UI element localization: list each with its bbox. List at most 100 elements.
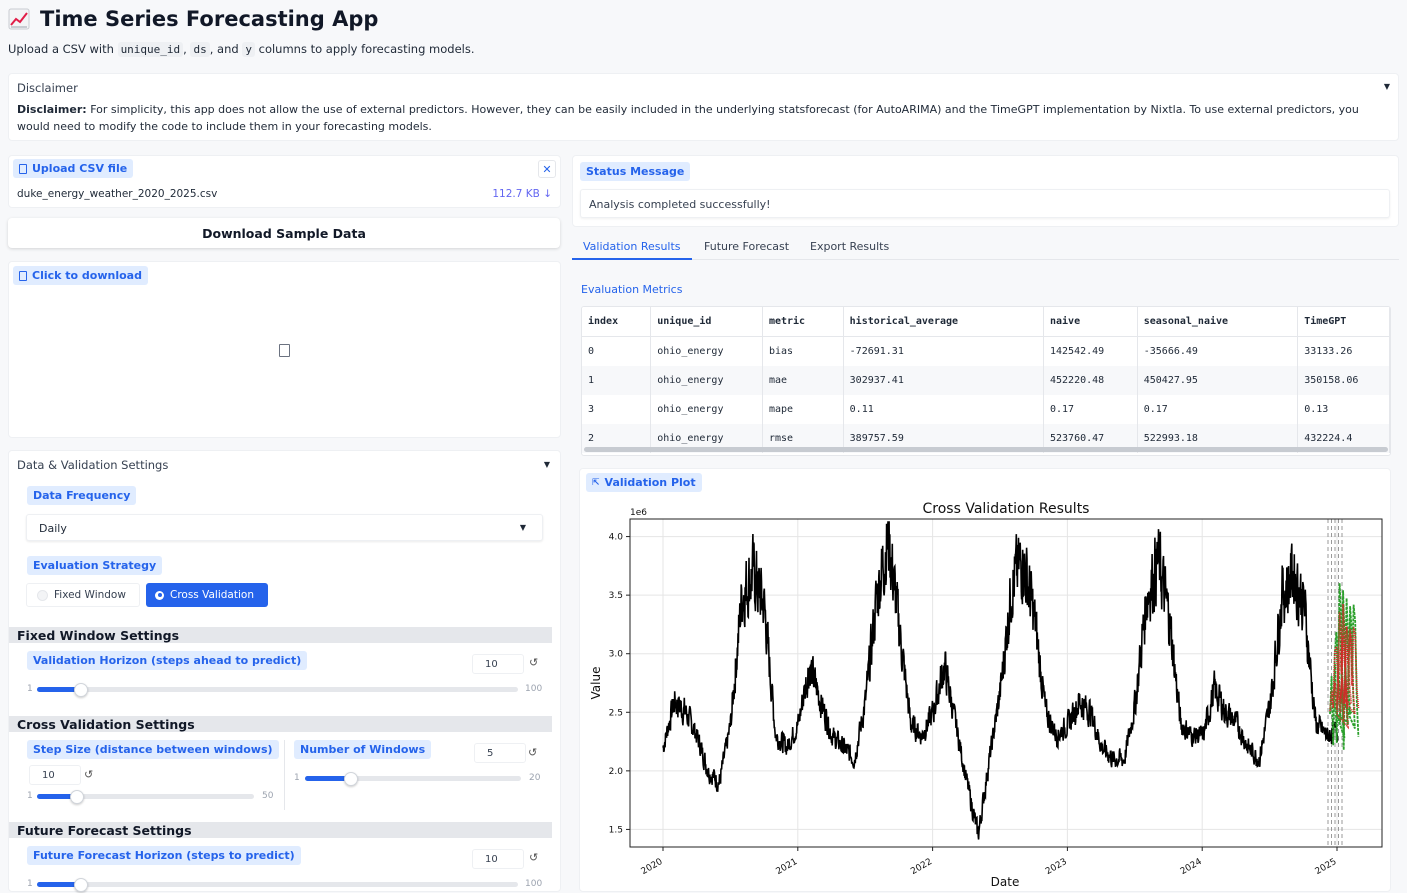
radio-cross-validation[interactable]: Cross Validation	[146, 583, 268, 607]
download-sample-button[interactable]: Download Sample Data	[8, 218, 560, 248]
slider-thumb[interactable]	[70, 790, 85, 804]
status-panel: Status Message Analysis completed succes…	[572, 155, 1399, 227]
upload-label: Upload CSV file	[13, 159, 134, 178]
click-download-text: Click to download	[32, 269, 142, 282]
subtitle-text: Upload a CSV with	[8, 42, 114, 56]
table-cell: 33133.26	[1297, 336, 1390, 366]
column-divider	[284, 740, 285, 810]
table-cell: mape	[762, 395, 844, 424]
status-label-text: Status Message	[586, 165, 685, 178]
column-header[interactable]: naive	[1043, 307, 1138, 337]
code-unique-id: unique_id	[117, 42, 184, 57]
column-header[interactable]: unique_id	[650, 307, 763, 337]
windows-min: 1	[294, 773, 300, 783]
y-tick-label: 3.0	[609, 650, 624, 660]
step-size-input[interactable]: 10	[29, 765, 81, 785]
table-cell: 302937.41	[843, 366, 1044, 395]
table-cell: mae	[762, 366, 844, 395]
metrics-title: Evaluation Metrics	[581, 283, 683, 296]
reset-icon[interactable]: ↺	[529, 656, 538, 669]
chart-title: Cross Validation Results	[923, 501, 1090, 517]
windows-max: 20	[529, 773, 541, 783]
disclaimer-header[interactable]: Disclaimer	[17, 81, 78, 95]
table-cell: 0	[582, 336, 652, 366]
reset-icon[interactable]: ↺	[84, 768, 93, 781]
y-axis-label: Value	[589, 667, 603, 700]
tab-future-forecast[interactable]: Future Forecast	[704, 240, 789, 253]
column-header[interactable]: metric	[762, 307, 844, 337]
x-tick-label: 2023	[1044, 857, 1069, 877]
x-tick-label: 2025	[1314, 857, 1339, 877]
column-header[interactable]: TimeGPT	[1297, 307, 1390, 337]
future-horizon-input[interactable]: 10	[472, 849, 524, 869]
future-label-text: Future Forecast Horizon (steps to predic…	[33, 849, 295, 862]
x-tick-label: 2021	[774, 857, 799, 877]
tab-export-results[interactable]: Export Results	[810, 240, 889, 253]
future-min: 1	[27, 879, 33, 889]
horizon-label: Validation Horizon (steps ahead to predi…	[27, 651, 308, 670]
step-min: 1	[27, 791, 33, 801]
tab-validation-results[interactable]: Validation Results	[583, 240, 681, 253]
caret-down-icon: ▼	[519, 523, 526, 532]
tab-active-indicator	[572, 258, 692, 260]
frequency-value: Daily	[39, 522, 67, 535]
metrics-table-wrap: index unique_id metric historical_average na…	[581, 306, 1391, 456]
table-cell: -35666.49	[1137, 336, 1299, 366]
subtitle-and: , and	[209, 42, 239, 56]
table-row: 1 ohio_energy mae 302937.41 452220.48 450427.…	[582, 366, 1390, 395]
app-subtitle: Upload a CSV with unique_id, ds, and y c…	[8, 42, 475, 57]
radio-cv-label: Cross Validation	[170, 589, 254, 601]
chevron-down-icon[interactable]: ▼	[1384, 82, 1390, 91]
chart-increasing-icon	[8, 8, 30, 30]
status-label: Status Message	[580, 162, 691, 181]
table-cell: 0.17	[1043, 395, 1138, 424]
reset-icon[interactable]: ↺	[528, 746, 537, 759]
y-tick-label: 2.0	[609, 767, 624, 777]
y-tick-label: 2.5	[609, 708, 623, 718]
column-header[interactable]: index	[582, 307, 652, 337]
file-download-panel[interactable]: Click to download	[8, 261, 561, 438]
windows-label: Number of Windows	[294, 740, 432, 759]
table-cell: 0.11	[843, 395, 1044, 424]
reset-icon[interactable]: ↺	[529, 851, 538, 864]
table-row: 3 ohio_energy mape 0.11 0.17 0.17 0.13	[582, 395, 1390, 424]
status-textbox[interactable]: Analysis completed successfully!	[580, 189, 1390, 218]
table-cell: 350158.06	[1297, 366, 1390, 395]
table-scrollbar[interactable]	[584, 447, 1388, 452]
step-size-slider[interactable]	[37, 790, 254, 804]
horizon-input[interactable]: 10	[472, 654, 524, 674]
future-horizon-slider[interactable]	[37, 878, 518, 892]
cv-settings-header: Cross Validation Settings	[9, 716, 552, 732]
windows-slider[interactable]	[305, 772, 521, 786]
column-header[interactable]: seasonal_naive	[1137, 307, 1299, 337]
frequency-label-text: Data Frequency	[33, 489, 131, 502]
slider-thumb[interactable]	[74, 683, 89, 697]
y-tick-label: 3.5	[609, 591, 623, 601]
x-axis-label: Date	[991, 875, 1020, 889]
disclaimer-accordion: Disclaimer ▼ Disclaimer: For simplicity,…	[8, 73, 1399, 141]
horizon-min: 1	[27, 684, 33, 694]
frequency-dropdown[interactable]: Daily ▼	[26, 514, 543, 541]
uploaded-filesize[interactable]: 112.7 KB ↓	[492, 188, 552, 200]
future-max: 100	[525, 879, 543, 889]
radio-fixed-window[interactable]: Fixed Window	[26, 583, 140, 607]
table-cell: 0.13	[1297, 395, 1390, 424]
code-ds: ds	[190, 42, 210, 57]
table-cell: ohio_energy	[650, 395, 763, 424]
slider-thumb[interactable]	[344, 772, 359, 786]
future-settings-header: Future Forecast Settings	[9, 822, 552, 838]
windows-input[interactable]: 5	[474, 743, 526, 763]
column-header[interactable]: historical_average	[843, 307, 1044, 337]
horizon-slider[interactable]	[37, 683, 518, 697]
clear-upload-button[interactable]: ✕	[538, 160, 556, 178]
frequency-label: Data Frequency	[27, 486, 137, 505]
future-horizon-label: Future Forecast Horizon (steps to predic…	[27, 846, 301, 865]
step-size-label: Step Size (distance between windows)	[27, 740, 279, 759]
settings-header[interactable]: Data & Validation Settings	[17, 458, 168, 472]
tab-divider	[572, 259, 1399, 260]
chevron-down-icon[interactable]: ▼	[544, 460, 550, 469]
strategy-label: Evaluation Strategy	[27, 556, 163, 575]
table-cell: 450427.95	[1137, 366, 1299, 395]
slider-thumb[interactable]	[74, 878, 89, 892]
disclaimer-body: For simplicity, this app does not allow …	[17, 103, 1359, 133]
